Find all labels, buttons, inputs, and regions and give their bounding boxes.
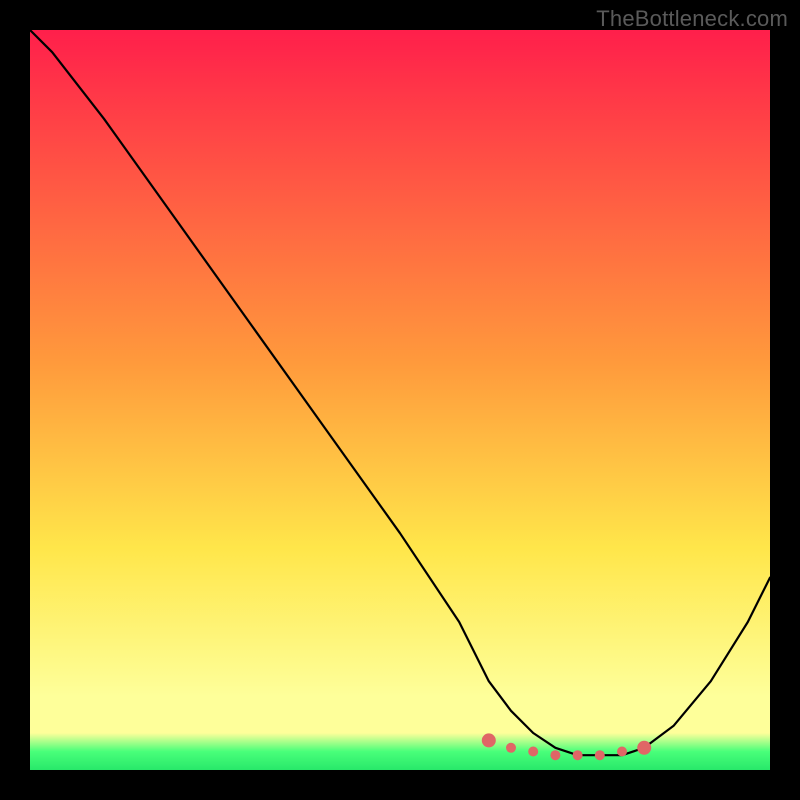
optimal-marker	[637, 741, 651, 755]
optimal-marker	[482, 733, 496, 747]
optimal-marker	[595, 750, 605, 760]
bottleneck-curve-path	[30, 30, 770, 755]
gradient-plot-area	[30, 30, 770, 770]
optimal-marker	[573, 750, 583, 760]
bottleneck-curve-svg	[30, 30, 770, 770]
optimal-marker	[528, 747, 538, 757]
optimal-marker	[506, 743, 516, 753]
watermark-text: TheBottleneck.com	[596, 6, 788, 32]
optimal-marker	[550, 750, 560, 760]
optimal-range-markers	[482, 733, 651, 760]
optimal-marker	[617, 747, 627, 757]
chart-frame: TheBottleneck.com	[0, 0, 800, 800]
